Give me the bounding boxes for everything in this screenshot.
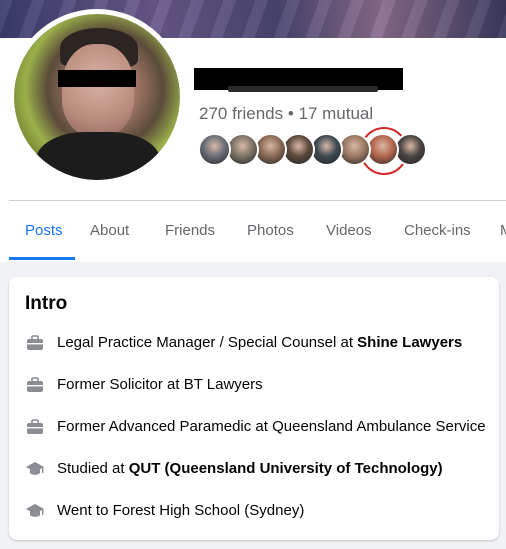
avatar-shirt	[36, 132, 160, 180]
intro-item-education: Went to Forest High School (Sydney)	[25, 499, 495, 523]
intro-item-work: Former Advanced Paramedic at Queensland …	[25, 415, 495, 439]
briefcase-icon	[27, 377, 43, 392]
mutual-friend-avatar[interactable]	[198, 133, 231, 166]
school-link[interactable]: QUT (Queensland University of Technology…	[129, 460, 443, 477]
avatar-face	[62, 44, 134, 136]
intro-item-work: Former Solicitor at BT Lawyers	[25, 373, 495, 397]
intro-item-text: Former Solicitor at BT Lawyers	[57, 376, 263, 393]
eye-redaction-bar	[58, 70, 136, 87]
profile-name-redaction-edge	[228, 86, 378, 92]
profile-picture[interactable]	[14, 14, 180, 180]
intro-item-work: Legal Practice Manager / Special Counsel…	[25, 331, 495, 355]
profile-header: 270 friends • 17 mutual Posts About Frie…	[0, 0, 506, 262]
intro-item-text: Studied at QUT (Queensland University of…	[57, 460, 443, 477]
profile-tabs: Posts About Friends Photos Videos Check-…	[9, 201, 506, 261]
tab-friends[interactable]: Friends	[149, 201, 231, 261]
friends-count[interactable]: 270 friends • 17 mutual	[199, 104, 373, 124]
intro-item-education: Studied at QUT (Queensland University of…	[25, 457, 495, 481]
employer-link[interactable]: Shine Lawyers	[357, 334, 462, 351]
tab-videos[interactable]: Videos	[310, 201, 388, 261]
tab-about[interactable]: About	[74, 201, 145, 261]
intro-card: Intro Legal Practice Manager / Special C…	[9, 277, 499, 540]
graduation-cap-icon	[26, 462, 44, 475]
active-tab-indicator	[9, 257, 75, 260]
briefcase-icon	[27, 335, 43, 350]
intro-title: Intro	[25, 293, 68, 314]
intro-item-text: Legal Practice Manager / Special Counsel…	[57, 334, 463, 351]
tab-check-ins[interactable]: Check-ins	[388, 201, 487, 261]
tab-more[interactable]: M	[484, 201, 506, 261]
briefcase-icon	[27, 419, 43, 434]
intro-item-text: Went to Forest High School (Sydney)	[57, 502, 305, 519]
tab-photos[interactable]: Photos	[231, 201, 310, 261]
tab-posts[interactable]: Posts	[9, 201, 79, 261]
graduation-cap-icon	[26, 504, 44, 517]
intro-item-text: Former Advanced Paramedic at Queensland …	[57, 418, 486, 435]
